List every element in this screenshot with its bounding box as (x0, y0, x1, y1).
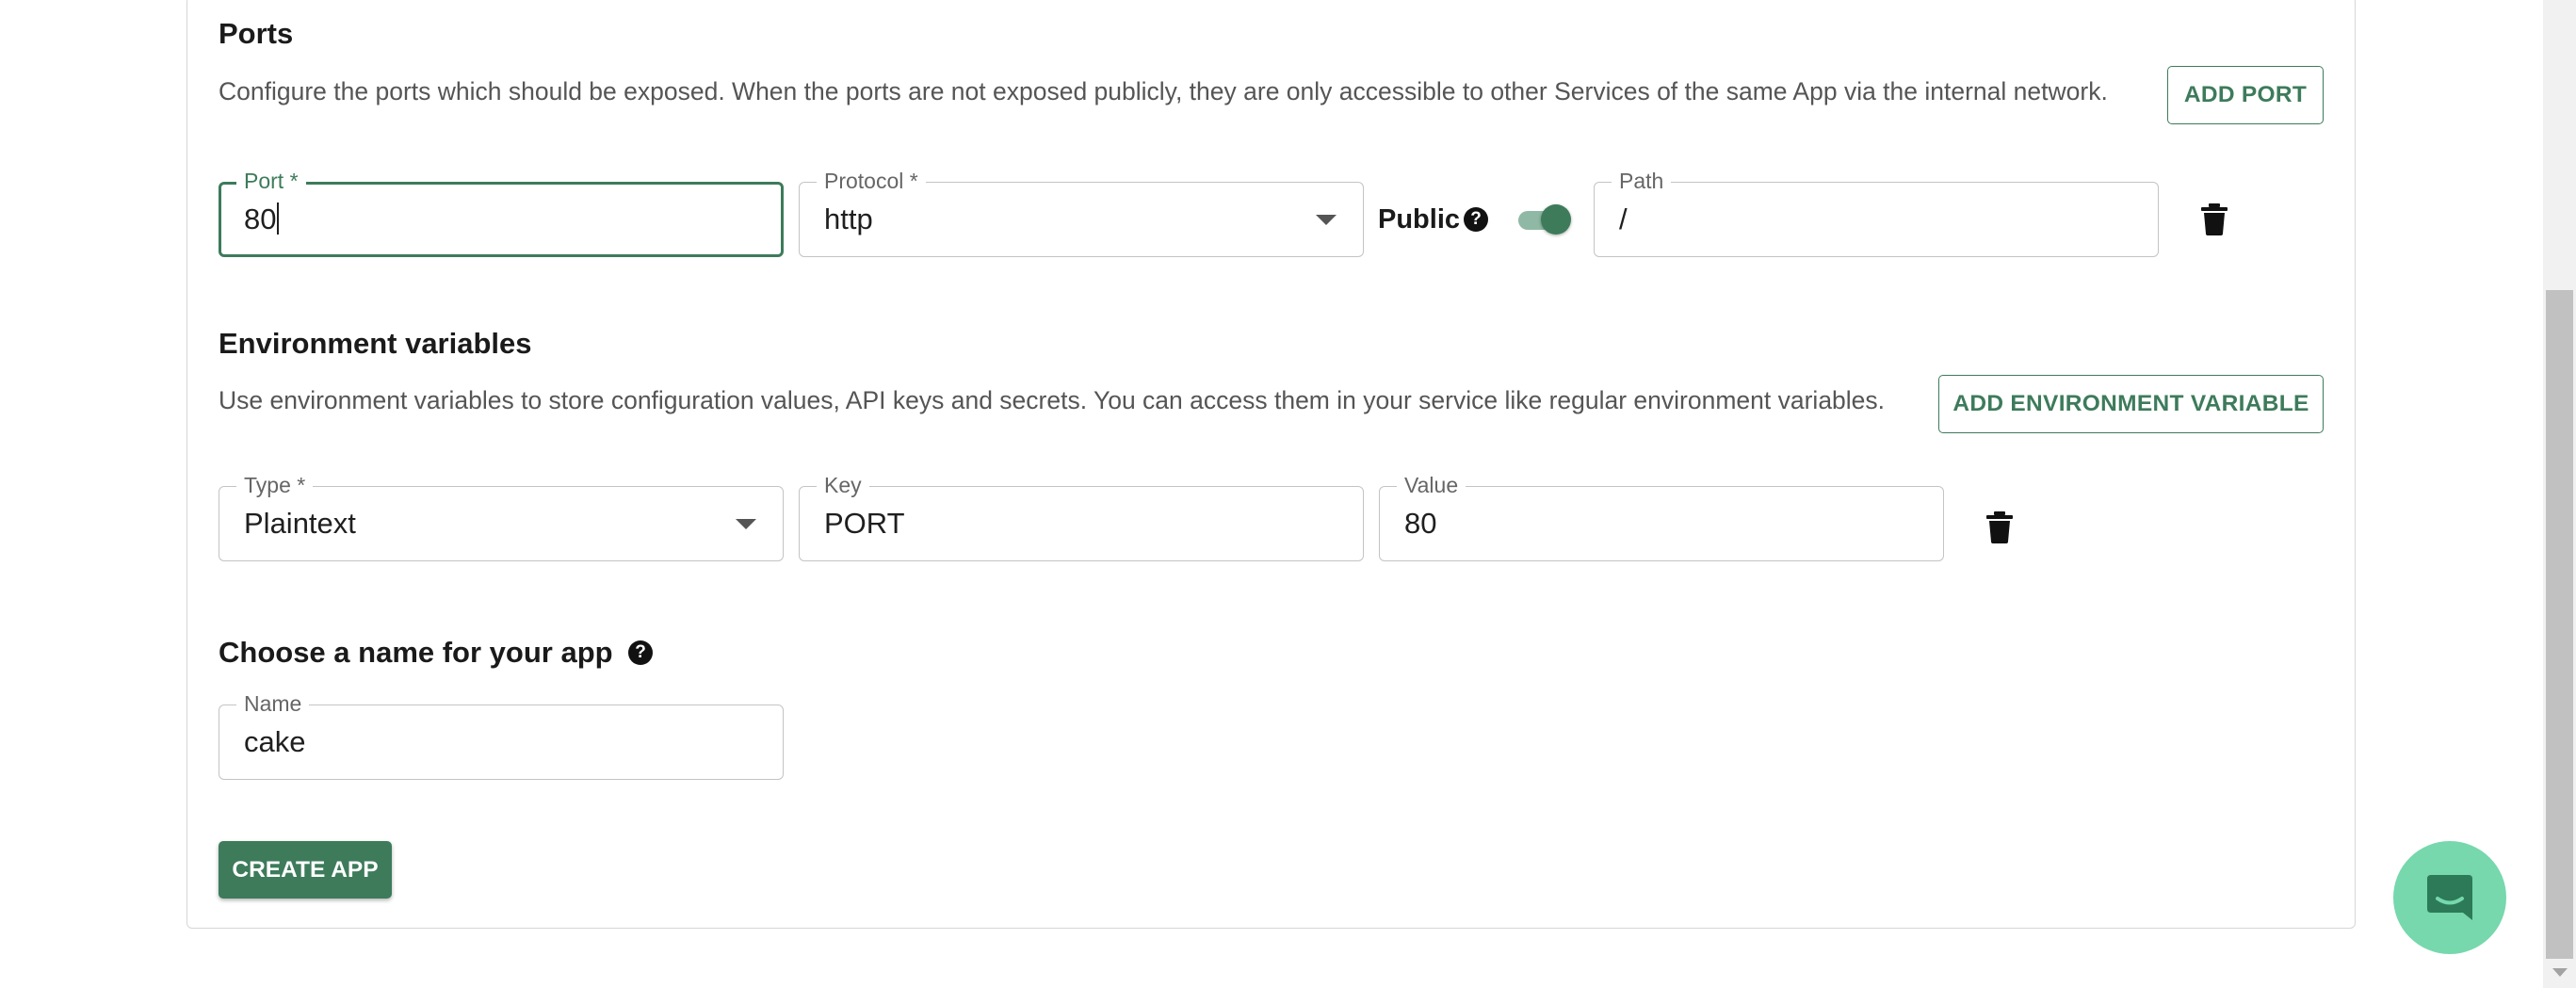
port-input-value: 80 (244, 202, 277, 235)
env-type-label: Type * (236, 472, 314, 498)
ports-description: Configure the ports which should be expo… (219, 77, 2108, 105)
protocol-select-value: http (824, 202, 873, 235)
chat-launcher-button[interactable] (2393, 841, 2506, 954)
add-port-button[interactable]: ADD PORT (2167, 66, 2324, 124)
path-input-value: / (1619, 202, 1628, 235)
scrollbar-thumb[interactable] (2546, 290, 2573, 959)
app-name-heading: Choose a name for your app (219, 636, 613, 669)
trash-icon[interactable] (2200, 203, 2228, 235)
port-field[interactable]: Port * 80 (219, 168, 784, 257)
public-toggle[interactable] (1513, 202, 1573, 237)
trash-icon[interactable] (1985, 511, 2014, 543)
env-key-value: PORT (824, 507, 905, 540)
env-description: Use environment variables to store confi… (219, 386, 1886, 414)
create-app-button[interactable]: CREATE APP (219, 841, 392, 899)
app-name-field[interactable]: Name cake (219, 690, 784, 780)
env-key-field[interactable]: Key PORT (799, 472, 1364, 561)
env-key-label: Key (817, 472, 869, 498)
app-name-value: cake (244, 725, 306, 758)
protocol-select-label: Protocol * (817, 168, 926, 194)
app-form-card (186, 0, 2356, 929)
env-value-value: 80 (1404, 507, 1437, 540)
env-value-label: Value (1397, 472, 1466, 498)
path-field-label: Path (1612, 168, 1672, 194)
caret-down-icon (736, 519, 756, 529)
question-circle-icon[interactable]: ? (1464, 207, 1488, 232)
caret-down-icon (1316, 215, 1337, 225)
app-name-label: Name (236, 690, 310, 717)
path-field[interactable]: Path / (1594, 168, 2159, 257)
chat-bubble-icon (2427, 875, 2472, 920)
public-label: Public (1378, 204, 1461, 235)
env-type-select[interactable]: Type * Plaintext (219, 472, 784, 561)
add-environment-variable-button[interactable]: ADD ENVIRONMENT VARIABLE (1938, 375, 2324, 433)
env-value-field[interactable]: Value 80 (1379, 472, 1944, 561)
scroll-down-arrow-icon[interactable] (2552, 968, 2568, 977)
text-cursor (277, 202, 280, 235)
env-type-value: Plaintext (244, 507, 356, 540)
protocol-select[interactable]: Protocol * http (799, 168, 1364, 257)
env-heading: Environment variables (219, 327, 532, 360)
question-circle-icon[interactable]: ? (628, 640, 653, 665)
ports-heading: Ports (219, 17, 294, 50)
public-toggle-thumb (1541, 204, 1571, 235)
port-field-label: Port * (236, 168, 306, 194)
